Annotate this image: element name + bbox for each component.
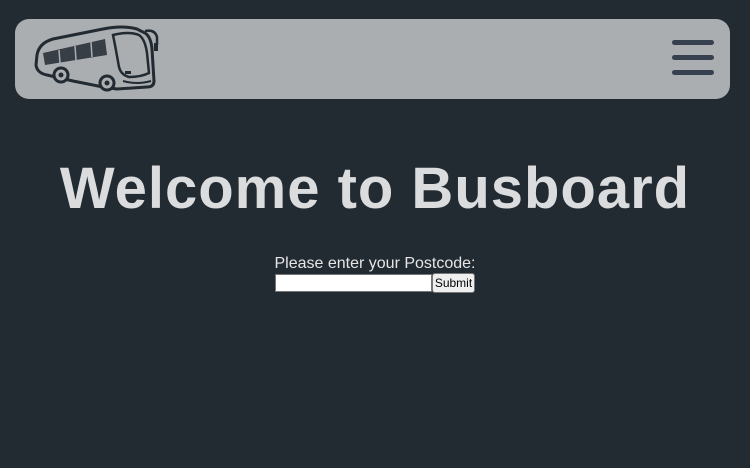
- hamburger-menu-icon[interactable]: [672, 40, 714, 78]
- menu-line-bottom: [672, 70, 714, 75]
- menu-line-top: [672, 40, 714, 45]
- menu-line-middle: [672, 55, 714, 60]
- page-title: Welcome to Busboard: [59, 156, 691, 221]
- postcode-label: Please enter your Postcode:: [274, 255, 476, 272]
- navbar: [15, 19, 730, 99]
- postcode-input[interactable]: [274, 274, 432, 292]
- bus-icon[interactable]: [33, 25, 159, 93]
- postcode-form: Please enter your Postcode: Submit: [0, 255, 750, 293]
- submit-button[interactable]: Submit: [431, 273, 476, 293]
- postcode-row: Submit: [0, 273, 750, 293]
